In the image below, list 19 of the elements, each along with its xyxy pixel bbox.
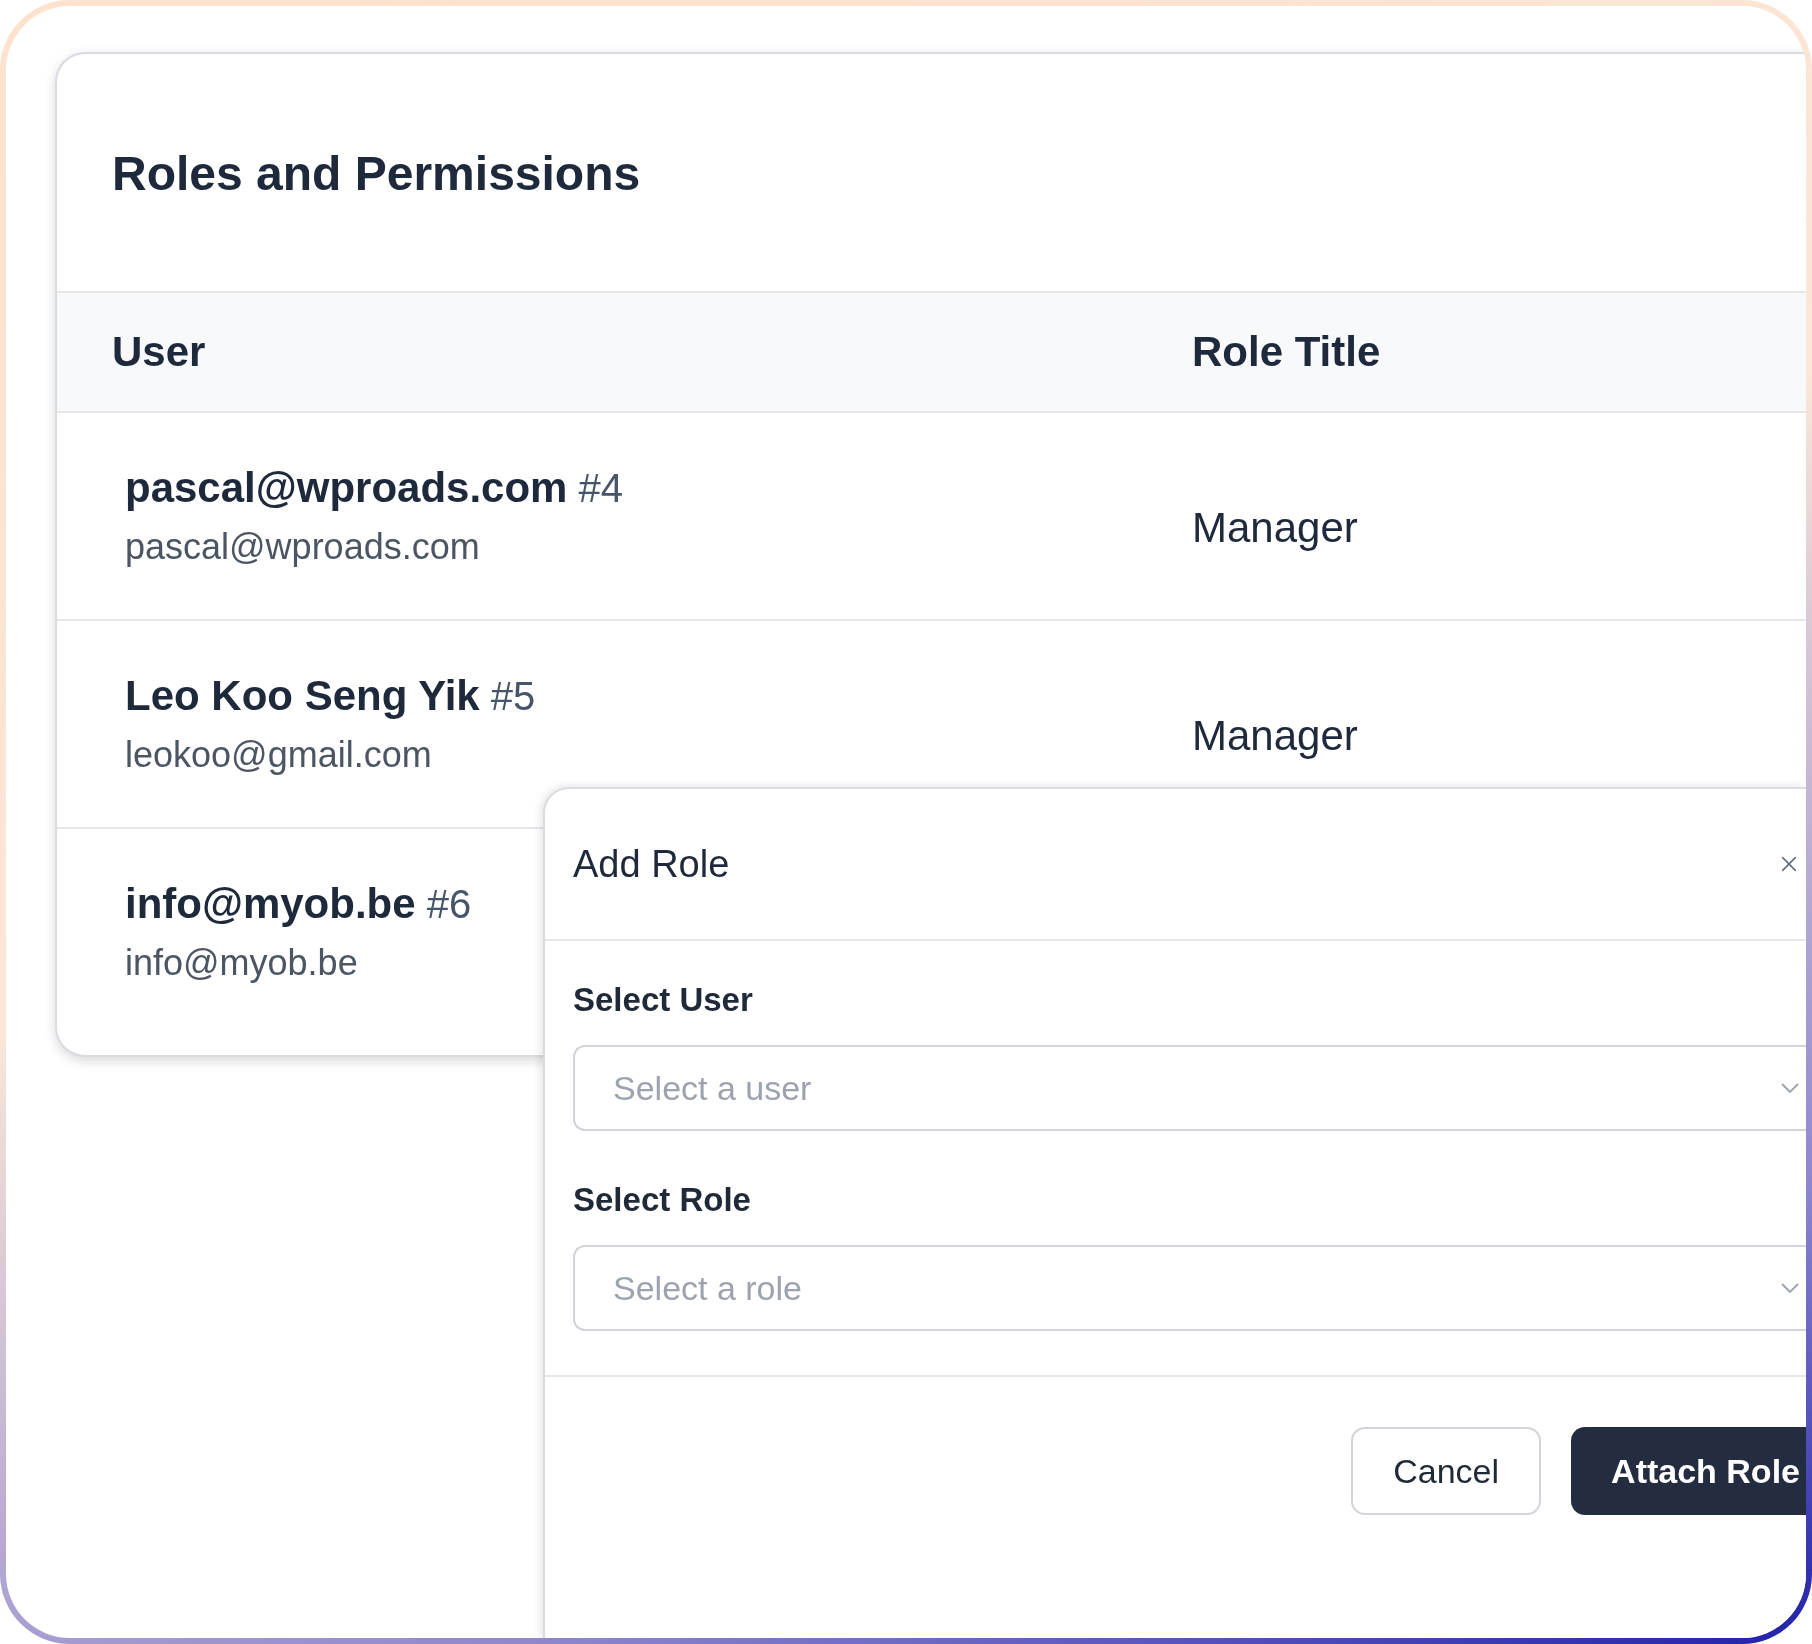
cancel-button[interactable]: Cancel (1351, 1427, 1542, 1515)
column-header: User (111, 328, 207, 376)
user-name: Leo Koo Seng Yik #5 (125, 672, 537, 720)
field-label: Select Role (573, 1181, 752, 1219)
close-icon[interactable] (1780, 855, 1798, 873)
user-email: pascal@wproads.com (125, 526, 481, 568)
chevron-icon (1780, 1282, 1800, 1294)
dialog-title: Add Role (573, 842, 730, 886)
user-name: info@myob.be #6 (125, 880, 473, 928)
user-email: info@myob.be (125, 942, 359, 984)
chevron-icon (1780, 1082, 1800, 1094)
attach-role-button[interactable]: Attach Role (1571, 1427, 1806, 1515)
role-title: Manager (1192, 712, 1358, 760)
user-email: leokoo@gmail.com (125, 734, 433, 776)
user-name: pascal@wproads.com #4 (125, 464, 625, 512)
field-label: Select User (573, 981, 754, 1019)
column-header: Role Title (1192, 328, 1381, 376)
role-title: Manager (1192, 504, 1358, 552)
page-title: Roles and Permissions (111, 146, 642, 202)
